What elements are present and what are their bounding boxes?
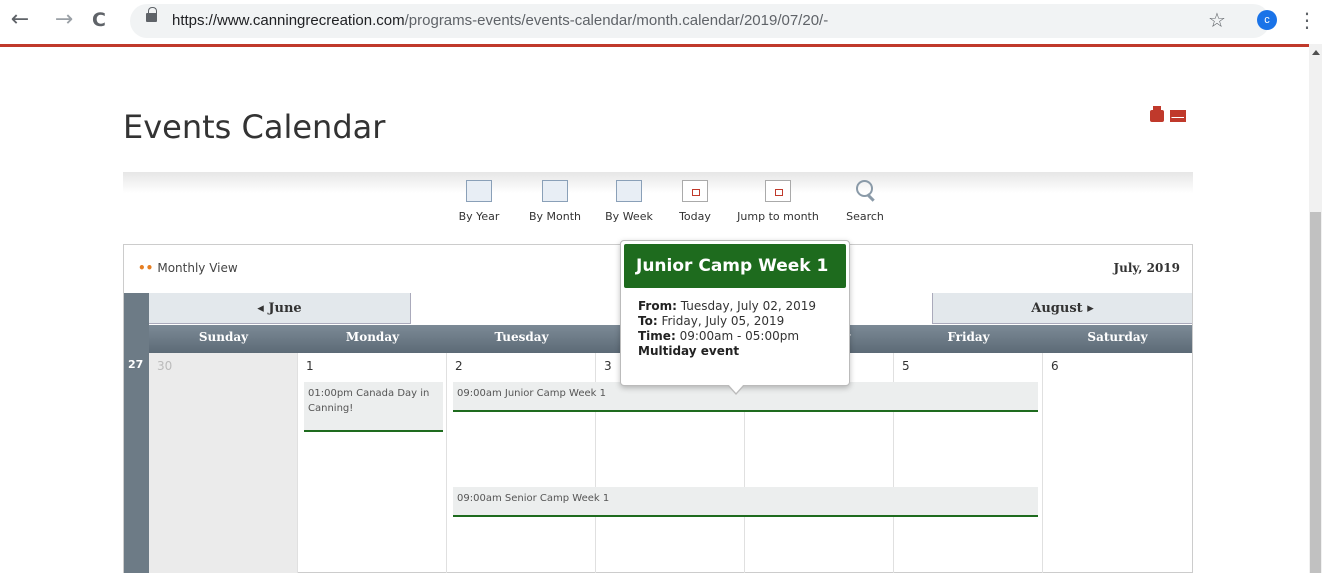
day-number[interactable]: 3	[604, 359, 612, 373]
forward-button[interactable]: →	[52, 8, 76, 32]
email-icon[interactable]	[1170, 110, 1186, 122]
scroll-thumb[interactable]	[1310, 212, 1321, 573]
reload-button[interactable]: C	[87, 8, 111, 32]
event-senior-camp[interactable]: 09:00am Senior Camp Week 1	[453, 487, 1038, 517]
time-label: Time:	[638, 329, 676, 343]
tooltip-details: From: Tuesday, July 02, 2019 To: Friday,…	[638, 299, 816, 359]
day-cell[interactable]: 30	[149, 353, 298, 573]
by-year-label: By Year	[458, 210, 500, 223]
page-title: Events Calendar	[123, 108, 386, 146]
to-value: Friday, July 05, 2019	[661, 314, 785, 328]
from-value: Tuesday, July 02, 2019	[680, 299, 817, 313]
day-number[interactable]: 6	[1051, 359, 1059, 373]
profile-avatar[interactable]: c	[1257, 10, 1277, 30]
search-label: Search	[846, 210, 884, 223]
by-month-button[interactable]: By Month	[526, 180, 584, 223]
today-icon	[682, 180, 708, 202]
jump-to-month-button[interactable]: Jump to month	[736, 180, 820, 223]
search-button[interactable]: Search	[841, 180, 889, 223]
by-month-label: By Month	[528, 210, 582, 223]
back-button[interactable]: ←	[8, 8, 32, 32]
month-label: July, 2019	[1113, 261, 1180, 275]
by-week-label: By Week	[605, 210, 653, 223]
print-icon[interactable]	[1150, 106, 1164, 122]
day-number[interactable]: 2	[455, 359, 463, 373]
to-label: To:	[638, 314, 658, 328]
day-number[interactable]: 1	[306, 359, 314, 373]
divider	[0, 44, 1310, 47]
month-view-icon	[542, 180, 568, 202]
weekday-friday: Friday	[947, 330, 990, 344]
weekday-tuesday: Tuesday	[494, 330, 549, 344]
tooltip-title: Junior Camp Week 1	[624, 244, 846, 288]
weekday-sunday: Sunday	[198, 330, 249, 344]
today-button[interactable]: Today	[673, 180, 717, 223]
url-text[interactable]: https://www.canningrecreation.com/progra…	[172, 12, 828, 29]
jump-to-month-icon	[765, 180, 791, 202]
next-month-link[interactable]: August ▸	[933, 293, 1192, 324]
view-label: •• Monthly View	[138, 261, 238, 275]
day-number[interactable]: 5	[902, 359, 910, 373]
weekday-saturday: Saturday	[1087, 330, 1148, 344]
multiday-note: Multiday event	[638, 344, 740, 358]
today-label: Today	[679, 210, 711, 223]
tooltip-arrow	[727, 384, 745, 395]
week-column: 27	[124, 293, 149, 573]
day-number[interactable]: 30	[157, 359, 172, 373]
week-number[interactable]: 27	[128, 358, 143, 371]
vertical-scrollbar[interactable]	[1309, 44, 1322, 573]
menu-icon[interactable]: ⋮	[1297, 8, 1317, 32]
time-value: 09:00am - 05:00pm	[679, 329, 800, 343]
by-year-button[interactable]: By Year	[456, 180, 502, 223]
event-canada-day[interactable]: 01:00pm Canada Day in Canning!	[304, 382, 443, 432]
day-cell[interactable]: 6	[1043, 353, 1192, 573]
calendar-toolbar: By Year By Month By Week Today Jump to m…	[123, 172, 1193, 242]
jump-to-month-label: Jump to month	[737, 210, 819, 223]
weekday-monday: Monday	[345, 330, 400, 344]
event-junior-camp[interactable]: 09:00am Junior Camp Week 1	[453, 382, 1038, 412]
year-view-icon	[466, 180, 492, 202]
by-week-button[interactable]: By Week	[603, 180, 655, 223]
prev-month-link[interactable]: ◂ June	[149, 293, 411, 324]
week-view-icon	[616, 180, 642, 202]
search-icon	[852, 180, 878, 202]
lock-icon[interactable]	[146, 7, 157, 22]
scroll-up-icon[interactable]	[1312, 50, 1320, 55]
event-tooltip: Junior Camp Week 1 From: Tuesday, July 0…	[620, 240, 850, 395]
bookmark-star-icon[interactable]: ☆	[1208, 8, 1226, 32]
browser-toolbar: ← → C https://www.canningrecreation.com/…	[0, 0, 1322, 44]
from-label: From:	[638, 299, 677, 313]
